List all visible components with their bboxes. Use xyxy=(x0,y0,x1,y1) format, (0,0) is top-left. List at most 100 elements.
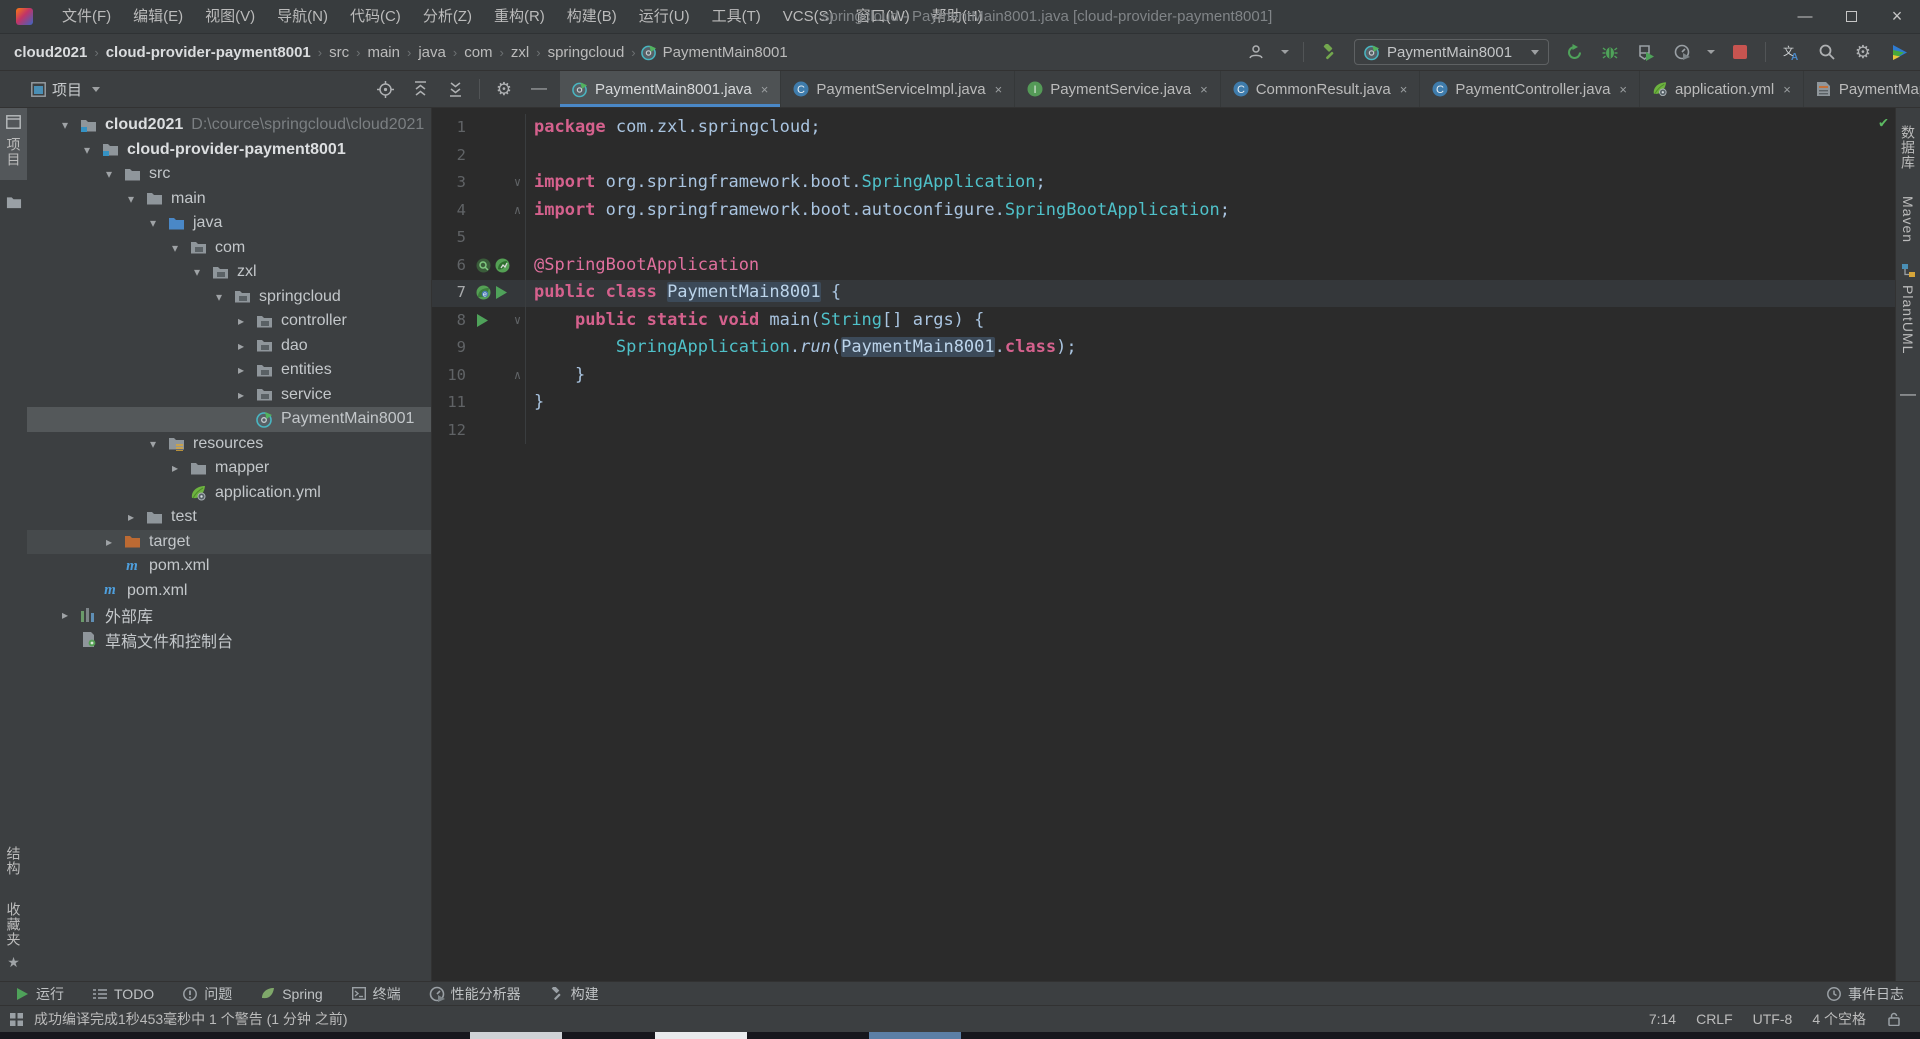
tool-window-switcher-icon[interactable] xyxy=(8,1011,24,1027)
fold-marker-icon[interactable]: ∨ xyxy=(510,306,526,334)
tree-expanded-icon[interactable]: ▾ xyxy=(53,118,77,132)
tree-item-java[interactable]: ▾ java xyxy=(27,211,431,236)
menu-item-9[interactable]: 运行(U) xyxy=(628,0,701,34)
tab-close-icon[interactable]: × xyxy=(1400,82,1408,97)
tree-item-zxl[interactable]: ▾ zxl xyxy=(27,260,431,285)
fold-marker-icon[interactable]: ∨ xyxy=(510,169,526,197)
tab-close-icon[interactable]: × xyxy=(1619,82,1627,97)
menu-item-4[interactable]: 导航(N) xyxy=(266,0,339,34)
editor-tab-paymentmain8001-java[interactable]: PaymentMain8001.java × xyxy=(560,71,782,107)
search-everywhere-icon[interactable] xyxy=(1816,41,1838,63)
project-panel-title[interactable]: 项目 xyxy=(52,79,82,100)
run-configuration-select[interactable]: PaymentMain8001 xyxy=(1354,39,1549,65)
tree-collapsed-icon[interactable]: ▸ xyxy=(229,339,253,353)
tool-window-button-终端[interactable]: 终端 xyxy=(351,984,401,1004)
menu-item-2[interactable]: 编辑(E) xyxy=(122,0,194,34)
breadcrumb-item[interactable]: com xyxy=(462,44,494,61)
tool-window-button-spring[interactable]: Spring xyxy=(260,986,323,1002)
plugin-icon[interactable] xyxy=(1888,41,1910,63)
tree-item-pom-xml[interactable]: m pom.xml xyxy=(27,579,431,604)
tree-item-src[interactable]: ▾ src xyxy=(27,162,431,187)
tree-item-pom-xml[interactable]: m pom.xml xyxy=(27,554,431,579)
menu-item-8[interactable]: 构建(B) xyxy=(556,0,628,34)
tree-item-application-yml[interactable]: application.yml xyxy=(27,481,431,506)
stop-button[interactable] xyxy=(1729,41,1751,63)
tab-close-icon[interactable]: × xyxy=(1783,82,1791,97)
tool-window-button-构建[interactable]: 构建 xyxy=(549,984,599,1004)
tree-collapsed-icon[interactable]: ▸ xyxy=(97,535,121,549)
menu-item-1[interactable]: 文件(F) xyxy=(51,0,122,34)
expand-all-icon[interactable] xyxy=(409,78,431,100)
profiler-button[interactable] xyxy=(1671,41,1693,63)
tree-expanded-icon[interactable]: ▾ xyxy=(163,241,187,255)
tree-expanded-icon[interactable]: ▾ xyxy=(141,437,165,451)
menu-item-6[interactable]: 分析(Z) xyxy=(412,0,483,34)
tree-item-main[interactable]: ▾ main xyxy=(27,187,431,212)
tree-expanded-icon[interactable]: ▾ xyxy=(141,216,165,230)
tree-item--[interactable]: ▸ 外部库 xyxy=(27,603,431,628)
maximize-button[interactable] xyxy=(1828,0,1874,34)
debug-button[interactable] xyxy=(1599,41,1621,63)
tree-item-dao[interactable]: ▸ dao xyxy=(27,334,431,359)
breadcrumb-item[interactable]: cloud-provider-payment8001 xyxy=(104,44,313,61)
fold-marker-icon[interactable]: ∧ xyxy=(510,196,526,224)
tree-item-entities[interactable]: ▸ entities xyxy=(27,358,431,383)
stripe-tab-database[interactable]: 数据库 xyxy=(1896,112,1920,183)
editor-tab-paymentmap[interactable]: PaymentMap∨ xyxy=(1804,71,1920,107)
editor-tab-paymentcontroller-java[interactable]: C PaymentController.java × xyxy=(1420,71,1641,107)
menu-item-3[interactable]: 视图(V) xyxy=(194,0,266,34)
panel-settings-gear-icon[interactable]: ⚙ xyxy=(493,78,515,100)
settings-gear-icon[interactable]: ⚙ xyxy=(1852,41,1874,63)
file-encoding[interactable]: UTF-8 xyxy=(1753,1011,1793,1027)
project-view-dropdown-icon[interactable] xyxy=(92,86,101,92)
tree-collapsed-icon[interactable]: ▸ xyxy=(53,608,77,622)
caret-position[interactable]: 7:14 xyxy=(1649,1011,1676,1027)
tree-item-cloud-provider-payment8001[interactable]: ▾ cloud-provider-payment8001 xyxy=(27,138,431,163)
tree-expanded-icon[interactable]: ▾ xyxy=(207,290,231,304)
run-gutter-icon[interactable] xyxy=(476,313,488,327)
tree-expanded-icon[interactable]: ▾ xyxy=(97,167,121,181)
stripe-tab-structure[interactable]: 结构 xyxy=(0,833,27,889)
run-with-coverage-button[interactable] xyxy=(1635,41,1657,63)
lock-icon[interactable] xyxy=(1886,1011,1902,1027)
collapse-all-icon[interactable] xyxy=(444,78,466,100)
tool-window-button-性能分析器[interactable]: 性能分析器 xyxy=(429,984,521,1004)
user-dropdown-icon[interactable] xyxy=(1281,50,1289,54)
tool-window-button-todo[interactable]: TODO xyxy=(92,986,154,1002)
tree-item-com[interactable]: ▾ com xyxy=(27,236,431,261)
tree-item-target[interactable]: ▸ target xyxy=(27,529,431,554)
breadcrumb-item[interactable]: springcloud xyxy=(546,44,627,61)
minimize-button[interactable]: — xyxy=(1782,0,1828,34)
tree-item-springcloud[interactable]: ▾ springcloud xyxy=(27,285,431,310)
line-separator[interactable]: CRLF xyxy=(1696,1011,1733,1027)
stripe-tab-maven[interactable]: Maven xyxy=(1896,183,1920,256)
tab-close-icon[interactable]: × xyxy=(1200,82,1208,97)
breadcrumb-item[interactable]: java xyxy=(416,44,448,61)
breadcrumb-item[interactable]: main xyxy=(365,44,402,61)
tool-window-button-运行[interactable]: 运行 xyxy=(14,984,64,1004)
tree-item-cloud2021[interactable]: ▾ cloud2021 D:\cource\springcloud\cloud20… xyxy=(27,113,431,138)
tree-collapsed-icon[interactable]: ▸ xyxy=(229,363,253,377)
tab-close-icon[interactable]: × xyxy=(761,82,769,97)
profiler-dropdown-icon[interactable] xyxy=(1707,50,1715,54)
tree-collapsed-icon[interactable]: ▸ xyxy=(163,461,187,475)
locate-file-icon[interactable] xyxy=(374,78,396,100)
code-with-me-user-icon[interactable] xyxy=(1245,41,1267,63)
tree-item-paymentmain8001[interactable]: PaymentMain8001 xyxy=(27,407,431,432)
breadcrumb-item[interactable]: src xyxy=(327,44,351,61)
run-gutter-icon[interactable] xyxy=(495,286,507,300)
stripe-divider-handle[interactable]: — xyxy=(1900,386,1916,404)
spring-boot-gutter-icon[interactable] xyxy=(495,258,510,273)
tree-collapsed-icon[interactable]: ▸ xyxy=(229,314,253,328)
tool-window-button-event-log[interactable]: 事件日志 xyxy=(1826,984,1904,1004)
stripe-tab-favorites[interactable]: 收藏夹 ★ xyxy=(0,889,27,981)
tree-collapsed-icon[interactable]: ▸ xyxy=(229,388,253,402)
breadcrumb-item[interactable]: cloud2021 xyxy=(12,44,89,61)
menu-item-5[interactable]: 代码(C) xyxy=(339,0,412,34)
tree-expanded-icon[interactable]: ▾ xyxy=(119,192,143,206)
tree-item-mapper[interactable]: ▸ mapper xyxy=(27,456,431,481)
tree-item-controller[interactable]: ▸ controller xyxy=(27,309,431,334)
editor-tab-paymentservice-java[interactable]: I PaymentService.java × xyxy=(1015,71,1221,107)
translate-icon[interactable]: 文A xyxy=(1780,41,1802,63)
rerun-button[interactable] xyxy=(1563,41,1585,63)
